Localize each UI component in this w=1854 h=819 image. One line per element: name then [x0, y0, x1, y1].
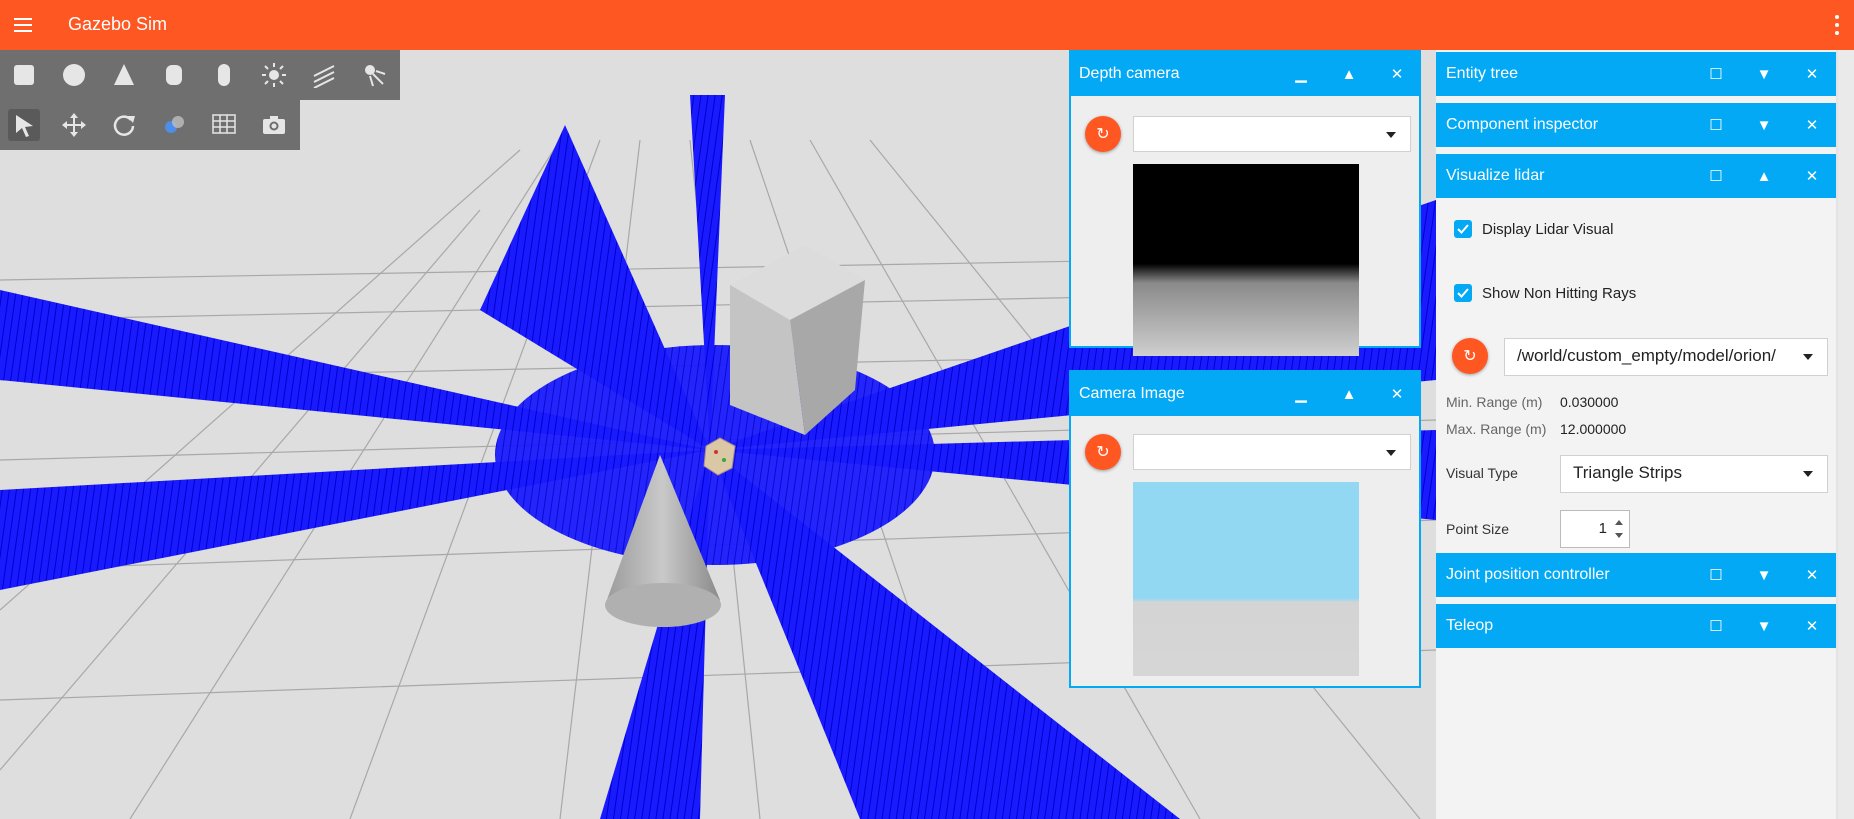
expand-icon[interactable]: ▼ — [1740, 604, 1788, 648]
grid-config-icon[interactable] — [208, 109, 240, 141]
visualize-lidar-header[interactable]: Visualize lidar ☐ ▲ ✕ — [1436, 154, 1836, 198]
collapse-icon[interactable]: ▲ — [1325, 372, 1373, 416]
min-range-label: Min. Range (m) — [1446, 394, 1543, 410]
camera-image-view — [1133, 482, 1359, 676]
show-non-hitting-rays-checkbox[interactable]: Show Non Hitting Rays — [1454, 284, 1636, 302]
depth-camera-refresh-button[interactable]: ↻ — [1085, 116, 1121, 152]
float-icon[interactable]: ☐ — [1692, 604, 1740, 648]
select-icon[interactable] — [8, 109, 40, 141]
camera-image-header: Camera Image ▁ ▲ ✕ — [1069, 372, 1421, 416]
collapse-icon[interactable]: ▲ — [1325, 52, 1373, 96]
spot-light-icon[interactable] — [358, 59, 390, 91]
view-angle-icon[interactable] — [158, 109, 190, 141]
cylinder-icon[interactable] — [158, 59, 190, 91]
camera-image-refresh-button[interactable]: ↻ — [1085, 434, 1121, 470]
point-size-spinbox[interactable]: 1 — [1560, 510, 1630, 548]
lidar-topic-select[interactable]: /world/custom_empty/model/orion/ — [1504, 338, 1828, 376]
sun-light-icon[interactable] — [258, 59, 290, 91]
float-icon[interactable]: ☐ — [1692, 154, 1740, 198]
minimize-icon[interactable]: ▁ — [1277, 52, 1325, 96]
close-icon[interactable]: ✕ — [1373, 52, 1421, 96]
directional-light-icon[interactable] — [308, 59, 340, 91]
close-icon[interactable]: ✕ — [1373, 372, 1421, 416]
max-range-value: 12.000000 — [1560, 421, 1627, 437]
shapes-toolbar — [0, 50, 400, 100]
min-range-value: 0.030000 — [1560, 394, 1619, 410]
box-icon[interactable] — [8, 59, 40, 91]
depth-camera-header: Depth camera ▁ ▲ ✕ — [1069, 52, 1421, 96]
scene-3d-viewport[interactable]: Depth camera ▁ ▲ ✕ ↻ Camera Image ▁ ▲ ✕ … — [0, 50, 1436, 819]
component-inspector-title: Component inspector — [1446, 116, 1599, 133]
visual-type-label: Visual Type — [1446, 465, 1518, 481]
close-icon[interactable]: ✕ — [1788, 553, 1836, 597]
joint-position-controller-title: Joint position controller — [1446, 566, 1610, 583]
visualize-lidar-title: Visualize lidar — [1446, 167, 1545, 184]
entity-tree-header[interactable]: Entity tree ☐ ▼ ✕ — [1436, 52, 1836, 96]
float-icon[interactable]: ☐ — [1692, 103, 1740, 147]
expand-icon[interactable]: ▼ — [1740, 103, 1788, 147]
checkmark-icon — [1454, 220, 1472, 238]
expand-icon[interactable]: ▼ — [1740, 553, 1788, 597]
minimize-icon[interactable]: ▁ — [1277, 372, 1325, 416]
collapse-icon[interactable]: ▲ — [1740, 154, 1788, 198]
depth-camera-topic-select[interactable] — [1133, 116, 1411, 152]
teleop-title: Teleop — [1446, 617, 1494, 634]
max-range-label: Max. Range (m) — [1446, 421, 1547, 437]
increment-icon[interactable] — [1615, 520, 1623, 525]
checkmark-icon — [1454, 284, 1472, 302]
teleop-header[interactable]: Teleop ☐ ▼ ✕ — [1436, 604, 1836, 648]
dock-scrollbar[interactable] — [1838, 50, 1854, 819]
translate-icon[interactable] — [58, 109, 90, 141]
display-lidar-visual-checkbox[interactable]: Display Lidar Visual — [1454, 220, 1613, 238]
cone-icon[interactable] — [108, 59, 140, 91]
lidar-refresh-button[interactable]: ↻ — [1452, 338, 1488, 374]
camera-image-panel: Camera Image ▁ ▲ ✕ ↻ — [1069, 370, 1421, 688]
depth-camera-title: Depth camera — [1079, 65, 1180, 82]
point-size-label: Point Size — [1446, 521, 1510, 537]
decrement-icon[interactable] — [1615, 533, 1623, 538]
component-inspector-header[interactable]: Component inspector ☐ ▼ ✕ — [1436, 103, 1836, 147]
dock-content: Entity tree ☐ ▼ ✕ Component inspector ☐ … — [1436, 50, 1836, 819]
camera-image-title: Camera Image — [1079, 385, 1185, 402]
joint-position-controller-header[interactable]: Joint position controller ☐ ▼ ✕ — [1436, 553, 1836, 597]
close-icon[interactable]: ✕ — [1788, 52, 1836, 96]
hamburger-menu-icon[interactable] — [12, 13, 36, 37]
app-title: Gazebo Sim — [68, 14, 168, 34]
visual-type-select[interactable]: Triangle Strips — [1560, 455, 1828, 493]
screenshot-icon[interactable] — [258, 109, 290, 141]
title-bar: Gazebo Sim — [0, 0, 1854, 50]
expand-icon[interactable]: ▼ — [1740, 52, 1788, 96]
rotate-icon[interactable] — [108, 109, 140, 141]
right-dock: Entity tree ☐ ▼ ✕ Component inspector ☐ … — [1436, 50, 1854, 819]
close-icon[interactable]: ✕ — [1788, 154, 1836, 198]
capsule-icon[interactable] — [208, 59, 240, 91]
camera-image-topic-select[interactable] — [1133, 434, 1411, 470]
sphere-icon[interactable] — [58, 59, 90, 91]
entity-tree-title: Entity tree — [1446, 65, 1519, 82]
float-icon[interactable]: ☐ — [1692, 52, 1740, 96]
close-icon[interactable]: ✕ — [1788, 103, 1836, 147]
close-icon[interactable]: ✕ — [1788, 604, 1836, 648]
transform-toolbar — [0, 100, 300, 150]
depth-camera-panel: Depth camera ▁ ▲ ✕ ↻ — [1069, 50, 1421, 356]
float-icon[interactable]: ☐ — [1692, 553, 1740, 597]
more-options-icon[interactable] — [1830, 13, 1842, 37]
depth-image-view — [1133, 164, 1359, 356]
